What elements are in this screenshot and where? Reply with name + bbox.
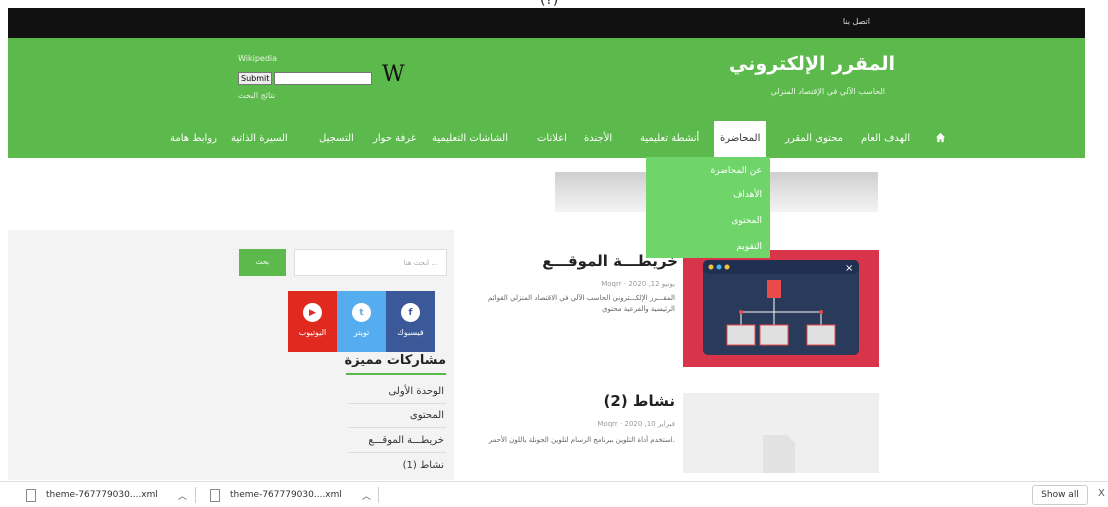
wikipedia-widget: Wikipedia Submit W نتائج البحث (238, 50, 418, 120)
divider (195, 487, 196, 503)
site-title[interactable]: المقرر الإلكتروني (725, 53, 895, 75)
wikipedia-results-label: نتائج البحث (238, 91, 276, 100)
lecture-dropdown-menu: عن المحاضرة الأهداف المحتوى التقويم (646, 157, 770, 258)
wikipedia-logo-icon: W (382, 62, 405, 87)
divider (348, 452, 446, 453)
svg-text:×: × (845, 263, 853, 274)
post-date: فبراير 10, 2020 (624, 420, 675, 428)
divider (378, 487, 379, 503)
contact-link[interactable]: اتصل بنا (843, 17, 870, 26)
post-thumbnail-placeholder[interactable] (683, 393, 879, 473)
nav-item-agenda[interactable]: الأجندة (584, 133, 612, 144)
wikipedia-label: Wikipedia (238, 54, 278, 63)
download-filename: theme-767779030....xml (230, 490, 342, 500)
facebook-label: فيسبوك (397, 328, 424, 337)
sidebar: ابحث هنا ... بحث f فيسبوك t تويتر ▶ اليو… (8, 230, 454, 480)
post-author[interactable]: Moqrr (601, 280, 621, 288)
download-bar: theme-767779030....xml ︿ theme-767779030… (0, 481, 1108, 507)
post-thumbnail[interactable]: × (683, 250, 879, 367)
post-title[interactable]: نشاط (2) (560, 392, 675, 410)
home-icon[interactable] (935, 132, 946, 143)
chevron-up-icon[interactable]: ︿ (178, 489, 187, 502)
top-strip: (?) (0, 0, 1108, 8)
download-item[interactable]: theme-767779030....xml ︿ (210, 482, 371, 507)
page: (?) اتصل بنا المقرر الإلكتروني الحاسب ال… (0, 0, 1108, 507)
nav-item-chat-room[interactable]: غرفة حوار (373, 133, 416, 144)
file-icon (26, 488, 36, 502)
dropdown-item-content[interactable]: المحتوى (731, 216, 762, 226)
nav-item-registration[interactable]: التسجيل (319, 133, 354, 144)
nav-item-lecture[interactable]: المحاضرة (714, 121, 767, 157)
dropdown-item-evaluation[interactable]: التقويم (736, 242, 762, 252)
featured-posts-title: مشاركات مميزة (344, 353, 446, 368)
featured-item[interactable]: نشاط (1) (403, 460, 444, 471)
twitter-icon: t (352, 303, 371, 322)
featured-item[interactable]: الوحدة الأولى (388, 386, 444, 397)
nav-item-activities[interactable]: أنشطة تعليمية (640, 133, 699, 144)
featured-title-underline (346, 373, 446, 375)
post-excerpt: استخدم أداة التلوين ببرنامج الرسام لتلوي… (488, 436, 675, 444)
close-icon[interactable]: X (1098, 488, 1105, 499)
nav-item-important-links[interactable]: روابط هامة (170, 133, 217, 144)
wikipedia-search-input[interactable] (274, 72, 372, 85)
show-all-button[interactable]: Show all (1032, 485, 1088, 505)
dropdown-item-about-lecture[interactable]: عن المحاضرة (711, 166, 762, 176)
post-excerpt: المقـــرر الإلكـــتروني الحاسب الآلي في … (488, 294, 675, 313)
dropdown-item-objectives[interactable]: الأهداف (733, 190, 762, 200)
facebook-button[interactable]: f فيسبوك (386, 291, 435, 352)
nav-item-cv[interactable]: السيرة الذاتية (231, 133, 288, 144)
nav-item-educational-screens[interactable]: الشاشات التعليمية (432, 133, 508, 144)
featured-item[interactable]: المحتوى (410, 410, 444, 421)
sidebar-search-button[interactable]: بحث (239, 249, 286, 276)
site-subtitle: الحاسب الآلي في الإقتصاد المنزلي (770, 87, 885, 96)
post-meta: Moqrr · يونيو 12, 2020 (601, 280, 675, 288)
chevron-up-icon[interactable]: ︿ (362, 489, 371, 502)
divider (348, 403, 446, 404)
download-item[interactable]: theme-767779030....xml ︿ (26, 482, 187, 507)
facebook-icon: f (401, 303, 420, 322)
youtube-icon: ▶ (303, 303, 322, 322)
youtube-label: اليوتيوب (298, 328, 327, 337)
post-date: يونيو 12, 2020 (628, 280, 675, 288)
featured-item[interactable]: خريطـــة الموقـــع (368, 435, 444, 446)
sidebar-search-input[interactable]: ابحث هنا ... (294, 249, 447, 276)
document-placeholder-icon (763, 435, 795, 473)
nav-item-course-content[interactable]: محتوى المقرر (785, 133, 843, 144)
nav-item-announcements[interactable]: اعلانات (537, 133, 567, 144)
twitter-button[interactable]: t تويتر (337, 291, 386, 352)
youtube-button[interactable]: ▶ اليوتيوب (288, 291, 337, 352)
divider (348, 427, 446, 428)
nav-item-goal[interactable]: الهدف العام (861, 133, 910, 144)
top-fragment: (?) (540, 0, 559, 8)
wikipedia-submit-button[interactable]: Submit (238, 72, 273, 85)
file-icon (210, 488, 220, 502)
sitemap-illustration: × (703, 260, 859, 355)
post-meta: Moqrr · فبراير 10, 2020 (597, 420, 675, 428)
twitter-label: تويتر (353, 328, 370, 337)
download-filename: theme-767779030....xml (46, 490, 158, 500)
post-author[interactable]: Moqrr (597, 420, 617, 428)
top-bar: اتصل بنا (8, 8, 1085, 38)
